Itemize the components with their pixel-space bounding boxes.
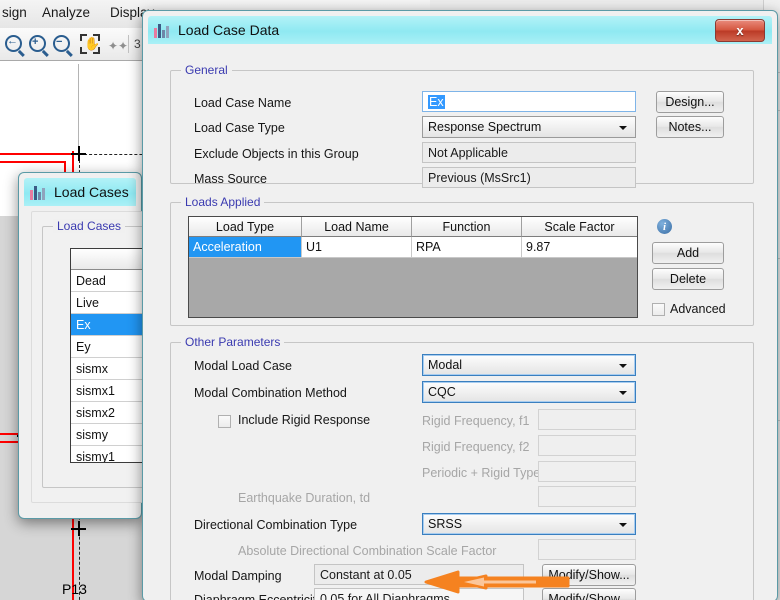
load-case-name-label: Load Case Name <box>194 96 292 110</box>
loads-applied-group-title: Loads Applied <box>181 195 265 209</box>
modal-combination-method-combo[interactable]: CQC <box>422 381 636 403</box>
advanced-checkbox[interactable] <box>652 303 665 316</box>
earthquake-duration-input <box>538 486 636 507</box>
loads-applied-table[interactable]: Load Type Load Name Function Scale Facto… <box>188 216 638 318</box>
rigid-frequency-f1-label: Rigid Frequency, f1 <box>422 414 530 428</box>
modal-load-case-value: Modal <box>428 358 463 372</box>
other-parameters-group-title: Other Parameters <box>181 335 285 349</box>
rigid-frequency-f2-label: Rigid Frequency, f2 <box>422 440 530 454</box>
load-cases-group-title: Load Cases <box>53 219 126 233</box>
chevron-down-icon <box>619 126 627 130</box>
absolute-directional-scale-factor-label: Absolute Directional Combination Scale F… <box>238 544 497 558</box>
node-marker-bottom <box>71 521 86 536</box>
zoom-previous-icon[interactable]: ← <box>2 32 26 56</box>
screen: sign Analyze Display ← + − ✋ ✦✦ 3 P13 Lo… <box>0 0 780 600</box>
red-guide-line-b <box>0 153 74 155</box>
notes-button[interactable]: Notes... <box>656 116 724 138</box>
directional-combination-type-value: SRSS <box>428 517 463 531</box>
directional-combination-type-label: Directional Combination Type <box>194 518 358 532</box>
chevron-down-icon <box>619 523 627 527</box>
load-cases-dialog[interactable]: Load Cases Load Cases Loa Dead Live Ex E… <box>18 172 184 519</box>
rigid-frequency-f2-input <box>538 435 636 456</box>
info-icon[interactable]: i <box>657 219 672 234</box>
grid-line-vertical <box>78 64 79 152</box>
modal-combination-method-value: CQC <box>428 385 456 399</box>
cell-scale-factor[interactable]: 9.87 <box>522 237 637 258</box>
rigid-frequency-f1-input <box>538 409 636 430</box>
modal-load-case-label: Modal Load Case <box>194 359 292 373</box>
toolbar-separator <box>128 35 129 53</box>
mass-source-label: Mass Source <box>194 172 267 186</box>
table-row[interactable]: Acceleration U1 RPA 9.87 <box>189 237 637 258</box>
load-case-data-dialog[interactable]: Load Case Data x General Load Case Name … <box>142 10 778 600</box>
exclude-objects-label: Exclude Objects in this Group <box>194 147 359 161</box>
close-button[interactable]: x <box>715 19 765 42</box>
directional-combination-type-combo[interactable]: SRSS <box>422 513 636 535</box>
modal-load-case-combo[interactable]: Modal <box>422 354 636 376</box>
point-label-p13: P13 <box>62 581 87 597</box>
red-guide-line-c <box>0 161 66 163</box>
table-header-row: Load Type Load Name Function Scale Facto… <box>189 217 637 237</box>
design-button[interactable]: Design... <box>656 91 724 113</box>
etabs-app-icon <box>154 23 170 38</box>
exclude-objects-value: Not Applicable <box>422 142 636 163</box>
periodic-rigid-type-input <box>538 461 636 482</box>
column-header-scale-factor: Scale Factor <box>522 217 637 237</box>
load-case-name-value: Ex <box>428 94 445 109</box>
load-case-data-title-bar[interactable]: Load Case Data <box>148 16 772 44</box>
diaphragm-eccentricity-label: Diaphragm Eccentricity <box>194 593 323 600</box>
earthquake-duration-label: Earthquake Duration, td <box>238 491 371 505</box>
load-case-data-title-text: Load Case Data <box>178 22 280 38</box>
orange-left-arrow-annotation <box>424 570 570 594</box>
include-rigid-response-label: Include Rigid Response <box>238 413 371 427</box>
chevron-down-icon <box>619 391 627 395</box>
modal-damping-label: Modal Damping <box>194 569 282 583</box>
general-group-title: General <box>181 63 232 77</box>
modal-combination-method-label: Modal Combination Method <box>194 386 347 400</box>
load-case-type-label: Load Case Type <box>194 121 285 135</box>
periodic-rigid-type-label: Periodic + Rigid Type <box>422 466 541 480</box>
delete-button[interactable]: Delete <box>652 268 724 290</box>
load-case-data-body: General Load Case Name Ex Design... Load… <box>148 44 772 600</box>
include-rigid-response-checkbox[interactable] <box>218 415 231 428</box>
load-case-type-combo[interactable]: Response Spectrum <box>422 116 636 138</box>
load-case-name-input[interactable]: Ex <box>422 91 636 112</box>
cell-function[interactable]: RPA <box>412 237 522 258</box>
load-cases-title-bar[interactable]: Load Cases <box>24 178 136 206</box>
advanced-checkbox-label: Advanced <box>670 302 726 316</box>
load-case-type-value: Response Spectrum <box>428 120 542 134</box>
add-button[interactable]: Add <box>652 242 724 264</box>
rubber-band-zoom-icon[interactable]: ✦✦ <box>104 32 128 56</box>
pan-hand-icon[interactable]: ✋ <box>78 32 102 56</box>
cell-load-name[interactable]: U1 <box>302 237 412 258</box>
column-header-load-type: Load Type <box>189 217 302 237</box>
node-marker-top <box>71 146 86 161</box>
absolute-directional-scale-factor-input <box>538 539 636 560</box>
column-header-function: Function <box>412 217 522 237</box>
chevron-down-icon <box>619 364 627 368</box>
menu-design[interactable]: sign <box>2 5 27 20</box>
mass-source-value: Previous (MsSrc1) <box>422 167 636 188</box>
zoom-out-icon[interactable]: − <box>50 32 74 56</box>
column-header-load-name: Load Name <box>302 217 412 237</box>
toolbar-view-text: 3 <box>134 37 141 51</box>
zoom-in-icon[interactable]: + <box>26 32 50 56</box>
load-cases-title-text: Load Cases <box>54 184 129 200</box>
menu-analyze[interactable]: Analyze <box>42 5 90 20</box>
load-cases-body: Load Cases Loa Dead Live Ex Ey sismx sis… <box>24 206 184 513</box>
etabs-app-icon <box>30 185 46 200</box>
cell-load-type[interactable]: Acceleration <box>189 237 302 258</box>
